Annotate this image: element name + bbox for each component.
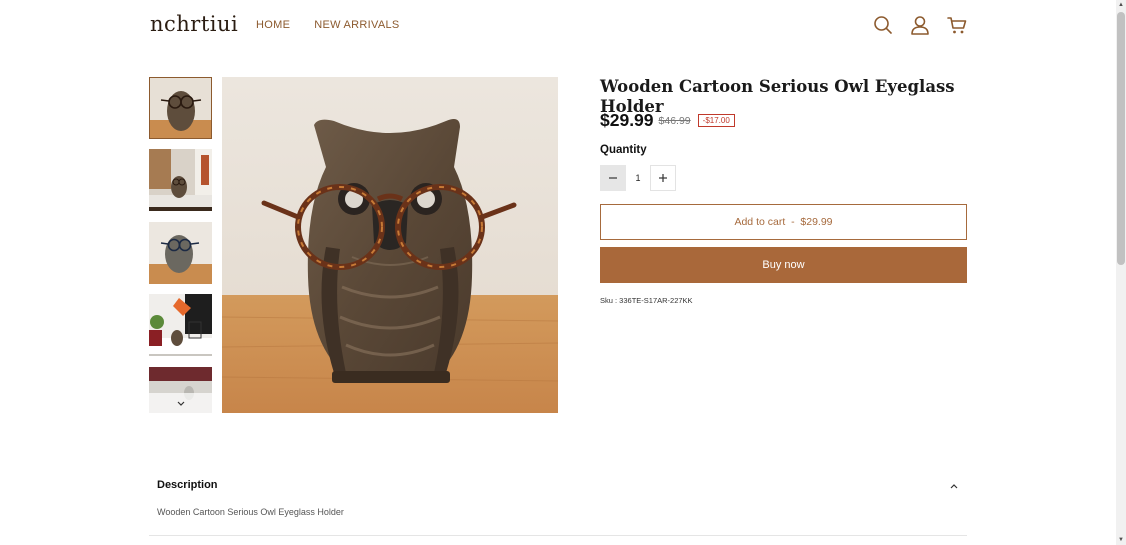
thumbnail-strip <box>149 77 212 413</box>
store-logo[interactable]: nchrtiui <box>150 12 238 36</box>
nav-home[interactable]: HOME <box>256 19 290 31</box>
price-row: $29.99 $46.99 -$17.00 <box>600 110 735 131</box>
search-icon[interactable] <box>873 15 893 35</box>
site-header: nchrtiui HOME NEW ARRIVALS <box>0 0 1116 52</box>
quantity-input[interactable]: 1 <box>626 165 650 191</box>
thumbnail-2[interactable] <box>149 149 212 211</box>
product-price: $29.99 <box>600 110 654 130</box>
thumbnail-scroll-down[interactable] <box>149 393 212 413</box>
plus-icon <box>658 170 668 186</box>
buy-now-button[interactable]: Buy now <box>600 247 967 283</box>
header-actions <box>873 15 967 35</box>
divider <box>149 535 967 536</box>
thumbnail-4[interactable] <box>149 294 212 356</box>
thumbnail-1[interactable] <box>149 77 212 139</box>
main-nav: HOME NEW ARRIVALS <box>256 19 400 31</box>
quantity-label: Quantity <box>600 144 647 156</box>
compare-price: $46.99 <box>658 114 691 127</box>
scroll-down-icon[interactable]: ▼ <box>1117 536 1125 544</box>
cart-icon[interactable] <box>947 15 967 35</box>
quantity-increase-button[interactable] <box>650 165 676 191</box>
chevron-up-icon <box>949 476 959 494</box>
main-product-image[interactable] <box>222 77 558 413</box>
description-title: Description <box>157 479 218 491</box>
discount-badge: -$17.00 <box>697 114 735 127</box>
description-text: Wooden Cartoon Serious Owl Eyeglass Hold… <box>157 507 344 517</box>
chevron-down-icon <box>176 394 186 412</box>
scroll-up-icon[interactable]: ▲ <box>1117 1 1125 9</box>
product-sku: Sku : 336TE-S17AR-227KK <box>600 296 693 305</box>
quantity-decrease-button[interactable] <box>600 165 626 191</box>
add-to-cart-button[interactable]: Add to cart - $29.99 <box>600 204 967 240</box>
page-scrollbar[interactable]: ▲ ▼ <box>1116 0 1126 545</box>
product-info: Wooden Cartoon Serious Owl Eyeglass Hold… <box>600 77 967 305</box>
thumbnail-3[interactable] <box>149 222 212 284</box>
minus-icon <box>608 170 618 186</box>
quantity-stepper: 1 <box>600 165 676 191</box>
description-section: Description Wooden Cartoon Serious Owl E… <box>149 463 967 536</box>
scrollbar-thumb[interactable] <box>1117 12 1125 265</box>
account-icon[interactable] <box>910 15 930 35</box>
nav-new-arrivals[interactable]: NEW ARRIVALS <box>314 19 399 31</box>
description-toggle[interactable]: Description <box>149 463 967 507</box>
